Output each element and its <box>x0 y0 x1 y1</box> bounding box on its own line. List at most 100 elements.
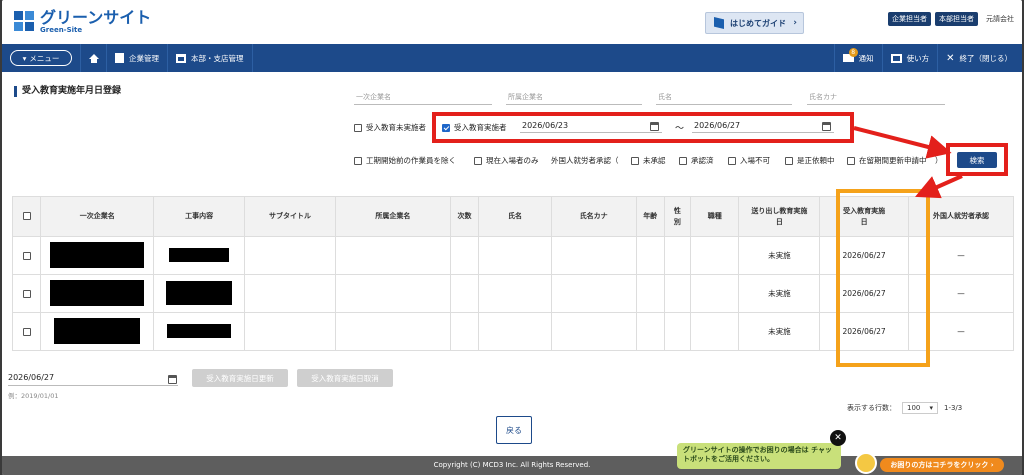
cell <box>550 312 637 351</box>
back-button[interactable]: 戻る <box>496 416 532 444</box>
col-header: 送り出し教育実施日 <box>738 196 821 237</box>
cancel-education-date-button[interactable]: 受入教育実施日取消 <box>297 369 393 387</box>
correction-requested-checkbox[interactable]: 是正依頼中 <box>785 155 835 166</box>
home-button[interactable] <box>80 44 106 72</box>
checkbox-label: 未承認 <box>643 156 666 165</box>
orange-highlight-box <box>836 189 930 367</box>
nav-item-label: 本部・支店管理 <box>191 53 244 63</box>
select-all-header[interactable] <box>11 196 42 237</box>
checkbox-box[interactable] <box>474 156 482 165</box>
col-header: 年齢 <box>635 196 665 237</box>
chatbot-cta-button[interactable]: お困りの方はコチラをクリック › <box>880 458 1004 472</box>
current-entrants-checkbox[interactable]: 現在入場者のみ <box>474 155 539 166</box>
uneducated-checkbox[interactable]: 受入教育未実施者 <box>354 122 426 133</box>
col-header: 一次企業名 <box>40 196 155 237</box>
row-checkbox[interactable] <box>22 252 31 260</box>
row-checkbox[interactable] <box>22 328 31 336</box>
checkbox-box[interactable] <box>679 156 687 165</box>
cell <box>550 274 637 313</box>
cell <box>663 312 692 351</box>
checkbox-box[interactable] <box>354 123 362 132</box>
select-all-checkbox[interactable] <box>22 212 31 220</box>
checkbox-box[interactable] <box>631 156 639 165</box>
cell <box>690 312 740 351</box>
menu-button[interactable]: ▾ メニュー <box>10 50 72 66</box>
role-badges: 企業担当者 本部担当者 元請会社 <box>888 12 1014 26</box>
unapproved-checkbox[interactable]: 未承認 <box>631 155 666 166</box>
cell <box>635 312 665 351</box>
cell <box>334 236 451 275</box>
logo-main-text: グリーンサイト <box>40 8 152 27</box>
sendout-status-cell: 未実施 <box>738 236 821 275</box>
caret-down-icon: ▾ <box>22 53 27 63</box>
first-guide-button[interactable]: はじめてガイド › <box>705 12 804 34</box>
exclude-before-start-checkbox[interactable]: 工期開始前の作業員を除く <box>354 155 456 166</box>
notification-count-badge: 8 <box>848 48 858 57</box>
exit-button[interactable]: ✕ 終了（閉じる） <box>937 44 1022 72</box>
logo-sub-text: Green-Site <box>40 26 83 34</box>
cell <box>690 236 740 275</box>
row-checkbox[interactable] <box>22 290 31 298</box>
rows-per-page-control: 表示する行数： 100 ▾ 1-3/3 <box>847 402 962 414</box>
nav-item-label: 使い方 <box>906 53 930 63</box>
nav-item-label: 企業管理 <box>129 53 159 63</box>
guide-label: はじめてガイド <box>730 18 786 28</box>
checkbox-label: 在留期間更新申請中 <box>859 156 927 165</box>
notification-button[interactable]: 8 通知 <box>833 44 882 72</box>
foreign-approval-close-paren: ） <box>935 156 943 165</box>
cell <box>334 274 451 313</box>
chatbot-bubble[interactable]: グリーンサイトの操作でお困りの場合は チャットボットをご活用ください。 <box>677 443 841 469</box>
cell <box>478 274 552 313</box>
building-icon <box>115 53 124 63</box>
nav-item-company-management[interactable]: 企業管理 <box>106 44 167 72</box>
approved-checkbox[interactable]: 承認済 <box>679 155 714 166</box>
header: グリーンサイト Green-Site はじめてガイド › 企業担当者 本部担当者… <box>2 0 1022 44</box>
redacted-block <box>167 323 232 338</box>
logo[interactable]: グリーンサイト Green-Site <box>14 10 151 34</box>
rows-per-page-select[interactable]: 100 ▾ <box>902 402 938 414</box>
checkbox-box[interactable] <box>847 156 855 165</box>
checkbox-box[interactable] <box>785 156 793 165</box>
home-icon <box>88 53 99 63</box>
cell <box>449 236 480 275</box>
usage-button[interactable]: 使い方 <box>881 44 938 72</box>
foreign-approval-label: 外国人就労者承認（ <box>551 156 619 165</box>
cell <box>244 274 336 313</box>
col-header: 氏名カナ <box>550 196 637 237</box>
work-content-cell <box>153 312 246 351</box>
name-input[interactable]: 氏名 <box>656 91 792 105</box>
mail-icon: 8 <box>842 48 858 62</box>
update-education-date-button[interactable]: 受入教育実施日更新 <box>192 369 288 387</box>
entry-denied-checkbox[interactable]: 入場不可 <box>728 155 770 166</box>
checkbox-label: 工期開始前の作業員を除く <box>366 156 456 165</box>
cell <box>244 312 336 351</box>
row-select-cell[interactable] <box>11 274 42 313</box>
cell <box>663 274 692 313</box>
col-header: 職種 <box>690 196 740 237</box>
nav-item-branch-management[interactable]: 本部・支店管理 <box>167 44 253 72</box>
affiliated-company-input[interactable]: 所属企業名 <box>506 91 642 105</box>
checkbox-box[interactable] <box>728 156 736 165</box>
col-header: 工事内容 <box>153 196 246 237</box>
nav-item-label: 終了（閉じる） <box>959 53 1013 63</box>
close-icon: ✕ <box>946 52 955 64</box>
residence-renewal-checkbox[interactable]: 在留期間更新申請中 <box>847 155 927 166</box>
logo-icon <box>14 11 36 33</box>
chatbot-avatar-icon[interactable] <box>855 452 877 474</box>
caret-down-icon: ▾ <box>929 404 933 412</box>
sendout-status-cell: 未実施 <box>738 312 821 351</box>
page-info: 1-3/3 <box>944 404 963 412</box>
sendout-status-cell: 未実施 <box>738 274 821 313</box>
row-select-cell[interactable] <box>11 312 42 351</box>
calendar-icon[interactable] <box>168 375 177 384</box>
cell <box>449 312 480 351</box>
primary-company-cell <box>40 312 155 351</box>
name-kana-input[interactable]: 氏名カナ <box>807 91 945 105</box>
close-icon[interactable]: ✕ <box>830 430 846 446</box>
row-select-cell[interactable] <box>11 236 42 275</box>
cell <box>550 236 637 275</box>
primary-company-input[interactable]: 一次企業名 <box>354 91 492 105</box>
bulk-date-input[interactable]: 2026/06/27 <box>8 373 178 386</box>
checkbox-box[interactable] <box>354 156 362 165</box>
rows-per-page-value: 100 <box>907 404 921 412</box>
